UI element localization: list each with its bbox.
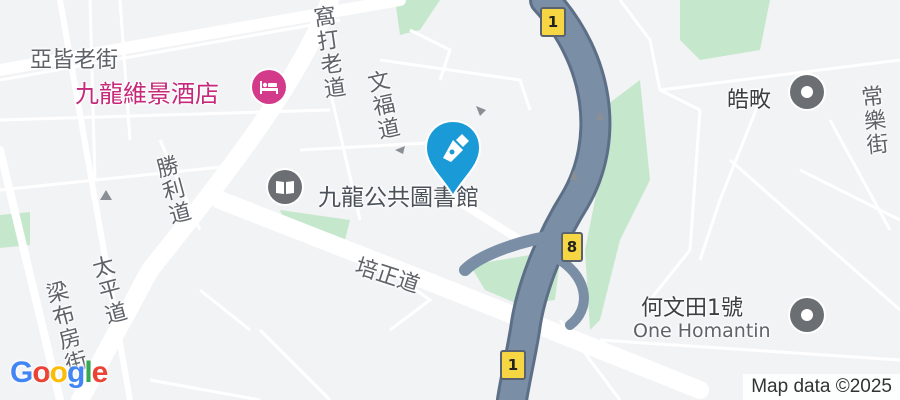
place-dot-icon[interactable]: [790, 75, 824, 109]
place-dot-icon[interactable]: [790, 298, 824, 332]
route-shield-top: 1: [540, 7, 566, 37]
route-shield-bottom: 1: [500, 350, 526, 380]
pen-nib-icon[interactable]: [423, 118, 483, 199]
poi-label-hau-man[interactable]: 皓畋: [727, 82, 771, 114]
street-label-argyle: 亞皆老街: [30, 48, 119, 73]
map-canvas[interactable]: 亞皆老街 窩打老道 文福道 勝利道 太平道 梁布房街 培正道 常樂街 九龍維景酒…: [0, 0, 900, 400]
poi-label-hotel[interactable]: 九龍維景酒店: [75, 74, 219, 109]
route-shield-right: 8: [561, 232, 583, 262]
book-icon[interactable]: [268, 170, 302, 204]
google-logo: Google: [10, 356, 108, 389]
bed-icon[interactable]: [252, 70, 286, 104]
map-attribution[interactable]: Map data ©2025: [743, 374, 900, 400]
poi-label-homantin[interactable]: 何文田1號: [641, 290, 743, 322]
green-area-top-right: [680, 0, 770, 60]
poi-label-homantin-en[interactable]: One Homantin: [633, 320, 771, 342]
